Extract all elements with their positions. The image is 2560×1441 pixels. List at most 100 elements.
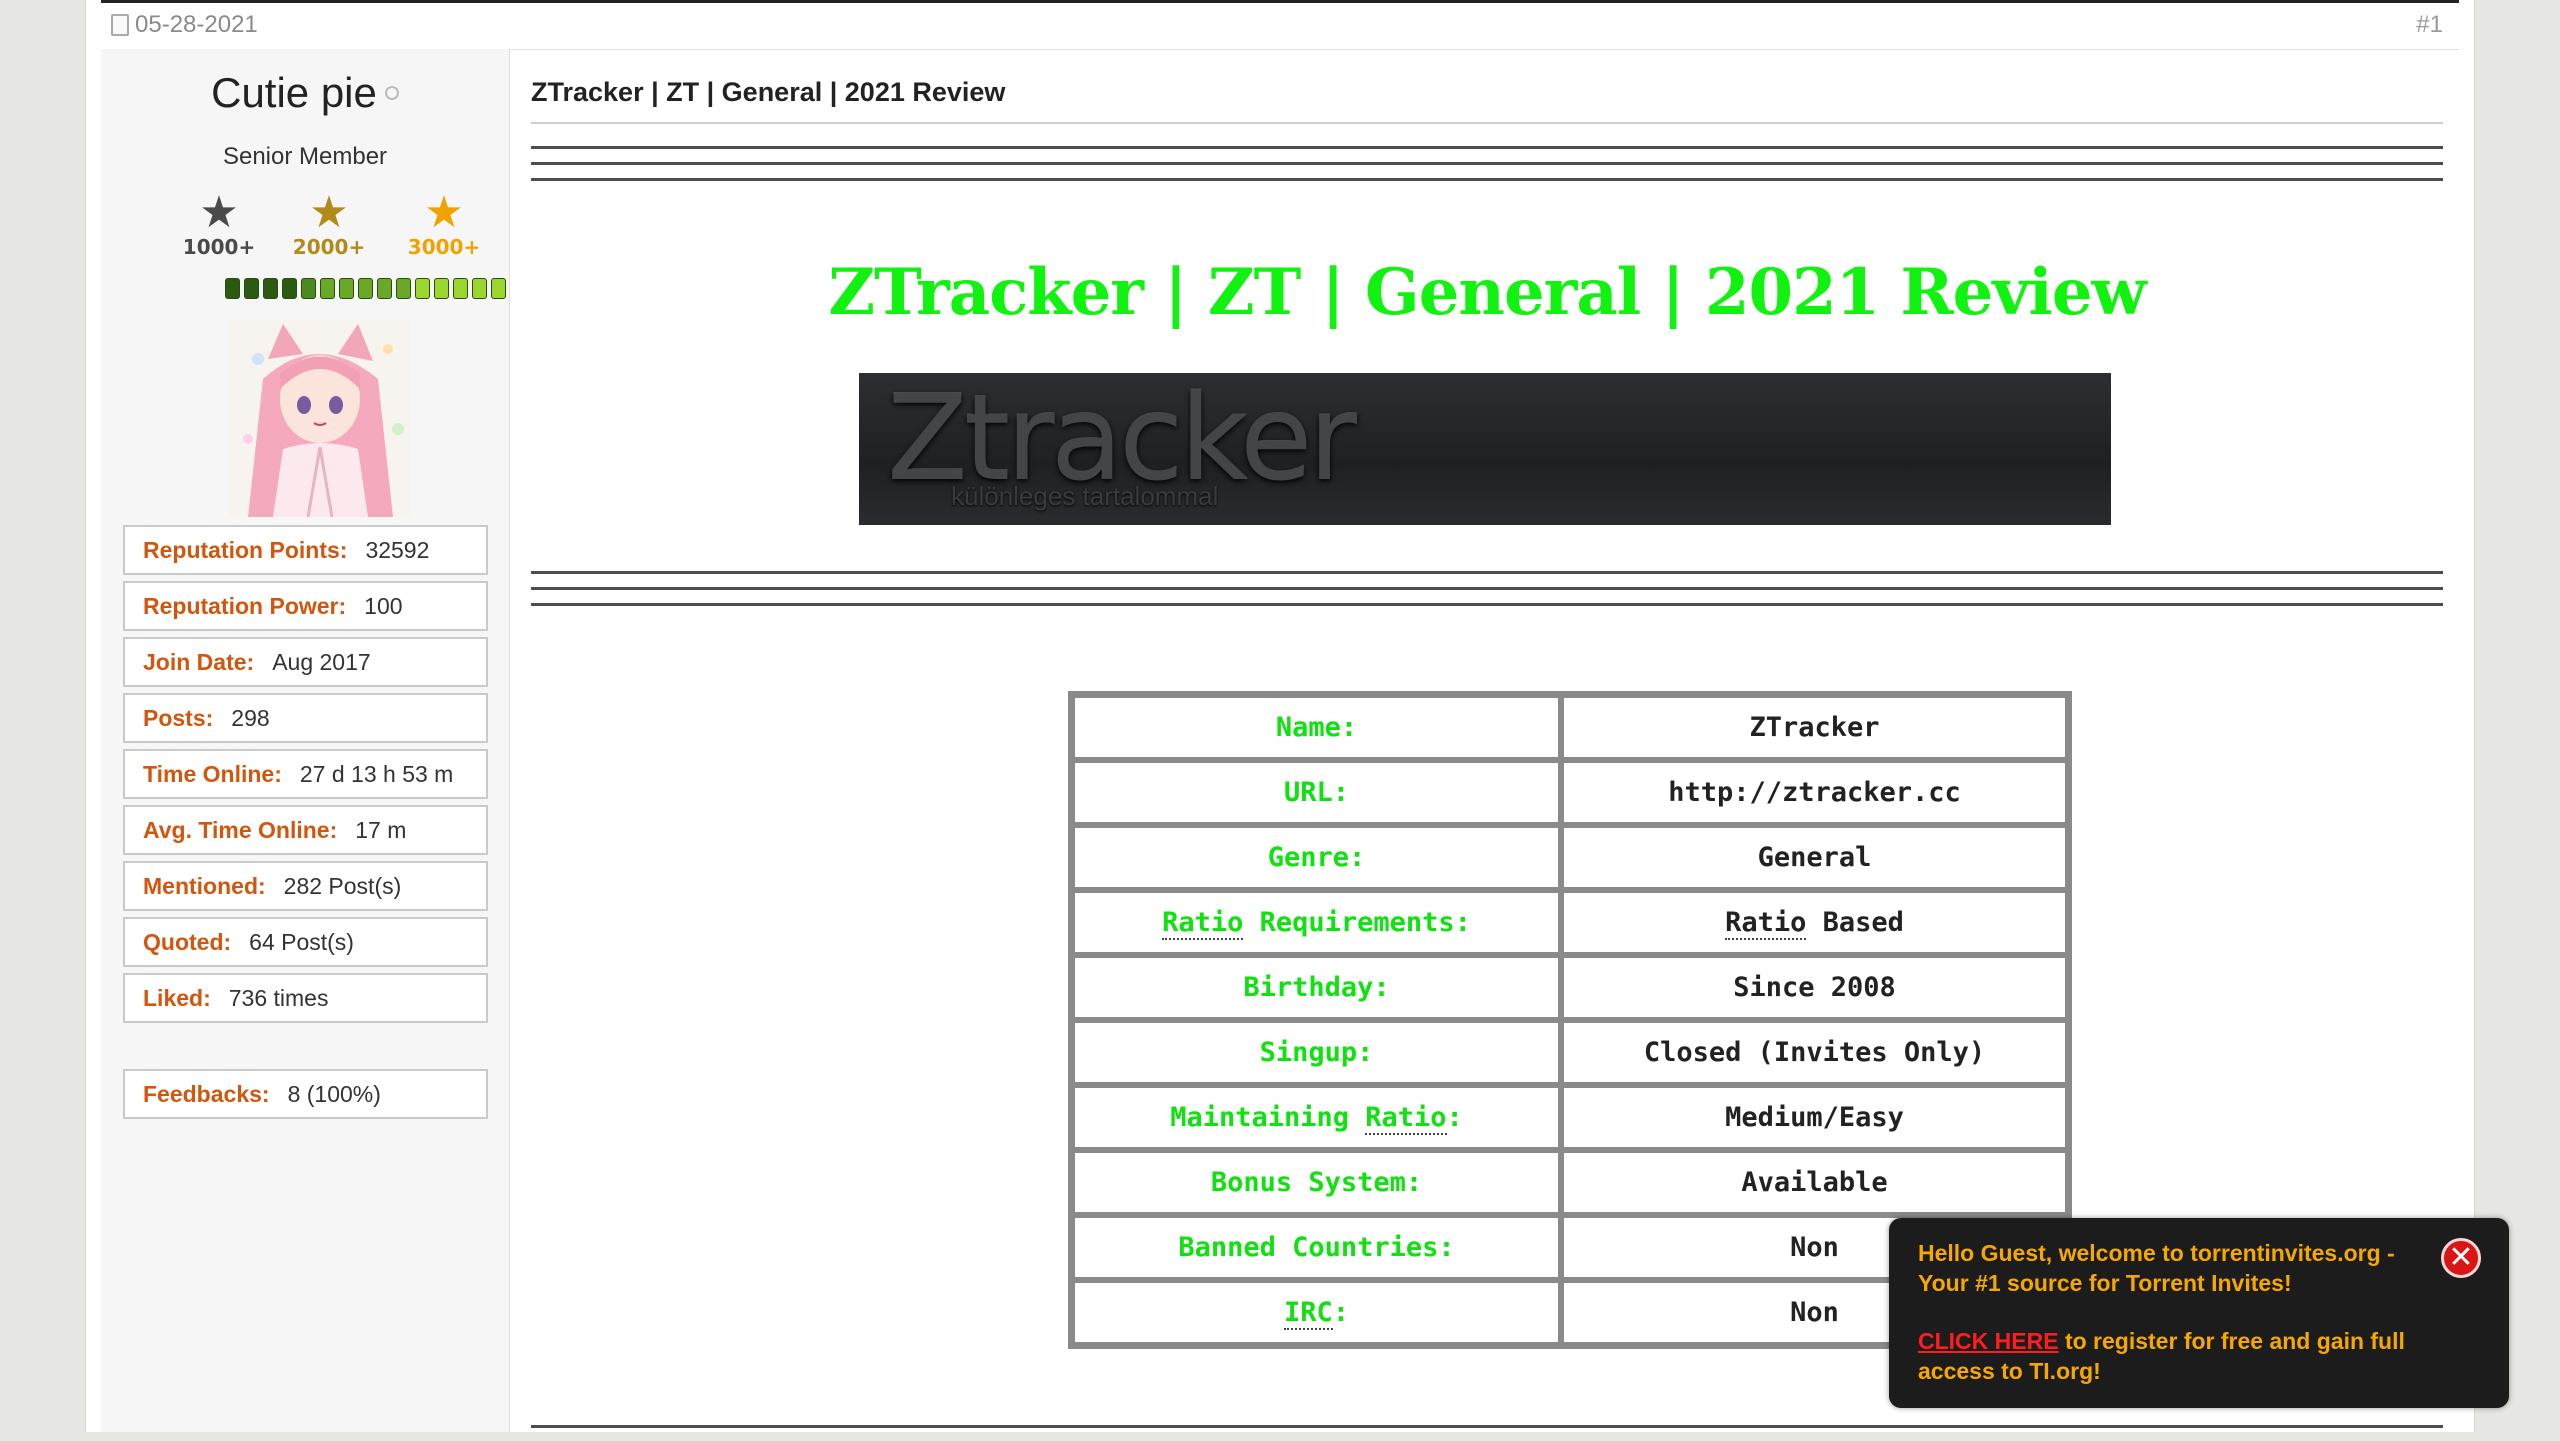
stat-value[interactable]: 282 Post(s) (284, 873, 402, 900)
table-key: Genre: (1072, 825, 1561, 890)
table-key: Ratio Requirements: (1072, 890, 1561, 955)
ratio-abbreviation[interactable]: Ratio (1365, 1102, 1447, 1135)
table-key: Singup: (1072, 1020, 1561, 1085)
table-value: Medium/Easy (1561, 1085, 2068, 1150)
rank-badge-2000: ★ 2000+ (279, 188, 379, 260)
guest-register-text: CLICK HERE to register for free and gain… (1918, 1326, 2478, 1386)
rank-label: 1000+ (182, 235, 256, 259)
reputation-bar-segment (339, 278, 354, 299)
table-key: URL: (1072, 760, 1561, 825)
reputation-bar-segment (244, 278, 259, 299)
review-heading: ZTracker | ZT | General | 2021 Review (828, 255, 2146, 330)
stat-value: 17 m (355, 816, 407, 843)
table-key: Name: (1072, 695, 1561, 760)
reputation-bar-segment (396, 278, 411, 299)
table-row: Maintaining Ratio: Medium/Easy (1072, 1085, 2068, 1150)
stat-liked: Liked: 736 times (123, 973, 488, 1023)
stat-label: Posts: (143, 704, 214, 731)
star-icon: ★ (309, 188, 349, 237)
post-title: ZTracker | ZT | General | 2021 Review (531, 77, 2443, 124)
stat-avg-time-online: Avg. Time Online: 17 m (123, 805, 488, 855)
table-value: Available (1561, 1150, 2068, 1215)
rank-badge-1000: ★ 1000+ (169, 188, 269, 260)
stat-label: Quoted: (143, 928, 232, 955)
banner-tagline: különleges tartalommal (951, 481, 1219, 511)
reputation-bar-segment (263, 278, 278, 299)
stat-posts: Posts: 298 (123, 693, 488, 743)
stat-feedbacks: Feedbacks: 8 (100%) (123, 1069, 488, 1119)
divider (531, 571, 2443, 619)
post-date: 05-28-2021 (111, 11, 258, 39)
stat-join-date: Join Date: Aug 2017 (123, 637, 488, 687)
table-value: Closed (Invites Only) (1561, 1020, 2068, 1085)
rank-label: 3000+ (407, 235, 481, 259)
ratio-abbreviation[interactable]: Ratio (1725, 907, 1807, 940)
rank-label: 2000+ (292, 235, 366, 259)
user-avatar[interactable] (228, 319, 411, 517)
reputation-bar-segment (491, 278, 506, 299)
table-row: Bonus System: Available (1072, 1150, 2068, 1215)
table-row: Genre: General (1072, 825, 2068, 890)
stat-time-online: Time Online: 27 d 13 h 53 m (123, 749, 488, 799)
document-icon (111, 14, 129, 36)
ratio-abbreviation[interactable]: Ratio (1162, 907, 1244, 940)
offline-status-icon (384, 85, 399, 100)
table-key: IRC: (1072, 1280, 1561, 1345)
table-key: Banned Countries: (1072, 1215, 1561, 1280)
star-icon: ★ (424, 188, 464, 237)
stat-label: Time Online: (143, 760, 282, 787)
table-row: Name: ZTracker (1072, 695, 2068, 760)
close-icon[interactable]: ✕ (2441, 1238, 2481, 1278)
irc-abbreviation[interactable]: IRC (1283, 1297, 1333, 1330)
username[interactable]: Cutie pie (101, 69, 509, 117)
table-value: Ratio Based (1561, 890, 2068, 955)
reputation-bar-segment (453, 278, 468, 299)
reputation-bar-segment (225, 278, 240, 299)
table-value: Since 2008 (1561, 955, 2068, 1020)
stat-value: Aug 2017 (272, 648, 371, 675)
reputation-bar-segment (358, 278, 373, 299)
table-key-rest: : (1332, 1297, 1350, 1328)
table-row: Singup: Closed (Invites Only) (1072, 1020, 2068, 1085)
username-text[interactable]: Cutie pie (211, 69, 377, 116)
reputation-bar-segment (301, 278, 316, 299)
post-header: 05-28-2021 #1 (101, 0, 2459, 50)
stat-value: 100 (364, 592, 403, 619)
stat-mentioned: Mentioned: 282 Post(s) (123, 861, 488, 911)
reputation-bar (225, 278, 506, 299)
stat-label: Mentioned: (143, 872, 266, 899)
reputation-bar-segment (434, 278, 449, 299)
table-value: General (1561, 825, 2068, 890)
table-value: ZTracker (1561, 695, 2068, 760)
table-row: Birthday: Since 2008 (1072, 955, 2068, 1020)
stat-value[interactable]: 64 Post(s) (249, 929, 354, 956)
table-key: Maintaining Ratio: (1072, 1085, 1561, 1150)
stat-label: Avg. Time Online: (143, 816, 338, 843)
reputation-bar-segment (415, 278, 430, 299)
register-link[interactable]: CLICK HERE (1918, 1328, 2059, 1354)
divider (531, 1425, 2443, 1441)
stat-value: 27 d 13 h 53 m (299, 760, 454, 787)
post-date-text: 05-28-2021 (135, 11, 258, 38)
table-key: Bonus System: (1072, 1150, 1561, 1215)
table-row: URL: http://ztracker.cc (1072, 760, 2068, 825)
stat-value: 298 (231, 704, 270, 731)
table-key-pre: Maintaining (1170, 1102, 1366, 1133)
star-icon: ★ (199, 188, 239, 237)
table-value-rest: Based (1806, 907, 1904, 938)
table-row: Ratio Requirements: Ratio Based (1072, 890, 2068, 955)
stat-value: 736 times (228, 984, 329, 1011)
guest-welcome-popup: Hello Guest, welcome to torrentinvites.o… (1889, 1218, 2509, 1408)
stat-value[interactable]: 8 (100%) (288, 1081, 381, 1108)
stat-label: Liked: (143, 984, 211, 1011)
table-key-rest: Requirements: (1243, 907, 1471, 938)
reputation-bar-segment (472, 278, 487, 299)
stat-value: 32592 (365, 536, 430, 563)
divider (531, 146, 2443, 194)
reputation-bar-segment (282, 278, 297, 299)
user-title: Senior Member (222, 143, 388, 170)
table-key-rest: : (1446, 1102, 1463, 1133)
stat-label: Reputation Power: (143, 592, 347, 619)
table-key: Birthday: (1072, 955, 1561, 1020)
post-number-link[interactable]: #1 (2416, 11, 2443, 39)
